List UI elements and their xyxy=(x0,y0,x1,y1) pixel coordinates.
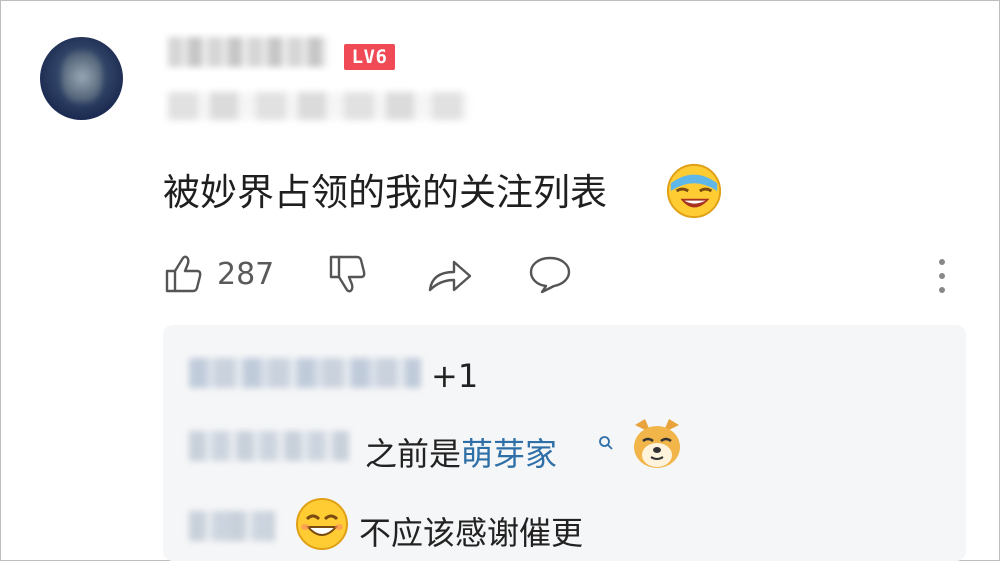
dislike-button[interactable] xyxy=(327,252,367,296)
reply-text: 不应该感谢催更 xyxy=(359,514,584,552)
reply-username-blurred[interactable] xyxy=(189,358,421,388)
search-link[interactable]: 萌芽家 xyxy=(461,435,557,473)
reply-text: 之前是萌芽家 xyxy=(365,429,557,475)
comment-text: 被妙界占领的我的关注列表 xyxy=(163,171,607,214)
reply-username-blurred[interactable] xyxy=(189,511,275,541)
level-badge: LV6 xyxy=(344,44,395,70)
like-count: 287 xyxy=(217,256,275,292)
grin-emoji-icon xyxy=(296,498,348,550)
doge-emoji-icon xyxy=(634,419,680,468)
reply-text-prefix: 之前是 xyxy=(365,435,462,473)
laughing-crying-emoji-icon xyxy=(666,163,722,219)
thumbs-down-icon xyxy=(329,255,366,293)
comment-meta-blurred xyxy=(168,92,468,120)
reply-username-blurred[interactable] xyxy=(189,431,349,461)
thumbs-up-icon xyxy=(165,255,202,293)
reply-text: +1 xyxy=(431,357,479,395)
share-button[interactable] xyxy=(426,252,474,296)
reply-list: +1 之前是萌芽家 不应该感谢催更 xyxy=(163,325,966,561)
username-blurred[interactable] xyxy=(168,37,328,67)
more-vertical-icon[interactable] xyxy=(934,256,950,296)
share-icon xyxy=(428,260,472,292)
like-button[interactable]: 287 xyxy=(163,252,274,296)
search-icon[interactable] xyxy=(598,435,614,451)
reply-button[interactable] xyxy=(528,252,572,296)
comment-icon xyxy=(529,256,571,294)
avatar[interactable] xyxy=(40,37,123,120)
